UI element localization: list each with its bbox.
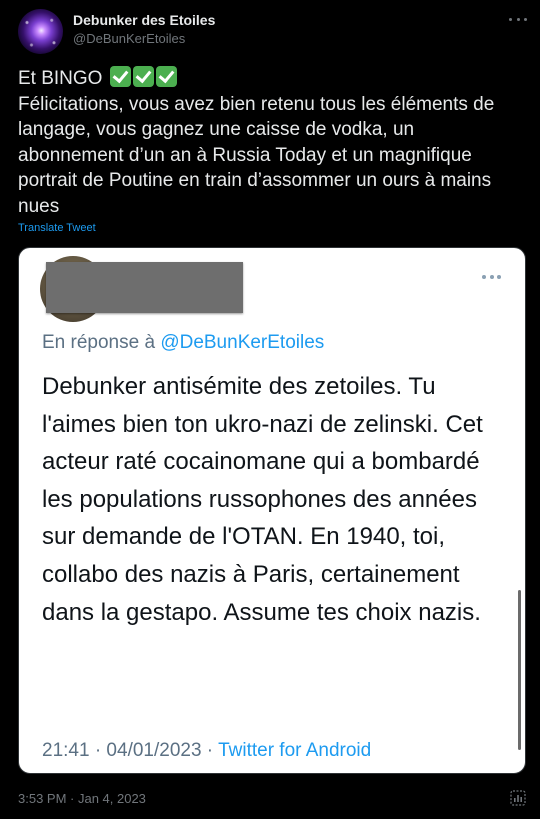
- author-avatar[interactable]: [18, 9, 63, 54]
- analytics-icon[interactable]: [510, 790, 526, 806]
- reply-prefix: En réponse à: [42, 332, 156, 353]
- attached-screenshot-image[interactable]: En réponse à @DeBunKerEtoiles Debunker a…: [18, 247, 526, 774]
- tweet-timestamp[interactable]: 3:53 PM · Jan 4, 2023: [18, 791, 146, 806]
- tweet-body: Félicitations, vous avez bien retenu tou…: [18, 93, 495, 217]
- redaction-box: [46, 262, 243, 313]
- screenshot-meta: 21:41 · 04/01/2023 · Twitter for Android: [42, 740, 371, 762]
- screenshot-time-date: 21:41 · 04/01/2023: [42, 740, 202, 761]
- tweet: Debunker des Etoiles @DeBunKerEtoiles Et…: [0, 0, 540, 819]
- reply-handle: @DeBunKerEtoiles: [160, 332, 325, 353]
- translate-tweet-link[interactable]: Translate Tweet: [18, 222, 96, 234]
- check-mark-icon: [132, 66, 154, 87]
- screenshot-more-icon: [482, 274, 501, 279]
- screenshot-text: Debunker antisémite des zetoiles. Tu l'a…: [42, 373, 483, 626]
- tweet-first-line: Et BINGO: [18, 66, 523, 92]
- tweet-bingo-text: Et BINGO: [18, 68, 103, 89]
- screenshot-scrollbar: [518, 590, 521, 750]
- screenshot-source: Twitter for Android: [218, 740, 372, 761]
- screenshot-reply-line: En réponse à @DeBunKerEtoiles: [42, 332, 324, 354]
- screenshot-separator: ·: [201, 740, 219, 761]
- tweet-text: Et BINGO Félicitations, vous avez bien r…: [18, 66, 523, 219]
- author-handle[interactable]: @DeBunKerEtoiles: [73, 31, 185, 46]
- more-options-icon[interactable]: [509, 13, 527, 25]
- author-display-name[interactable]: Debunker des Etoiles: [73, 12, 215, 28]
- check-mark-icon: [155, 66, 177, 87]
- check-mark-icon: [109, 66, 131, 87]
